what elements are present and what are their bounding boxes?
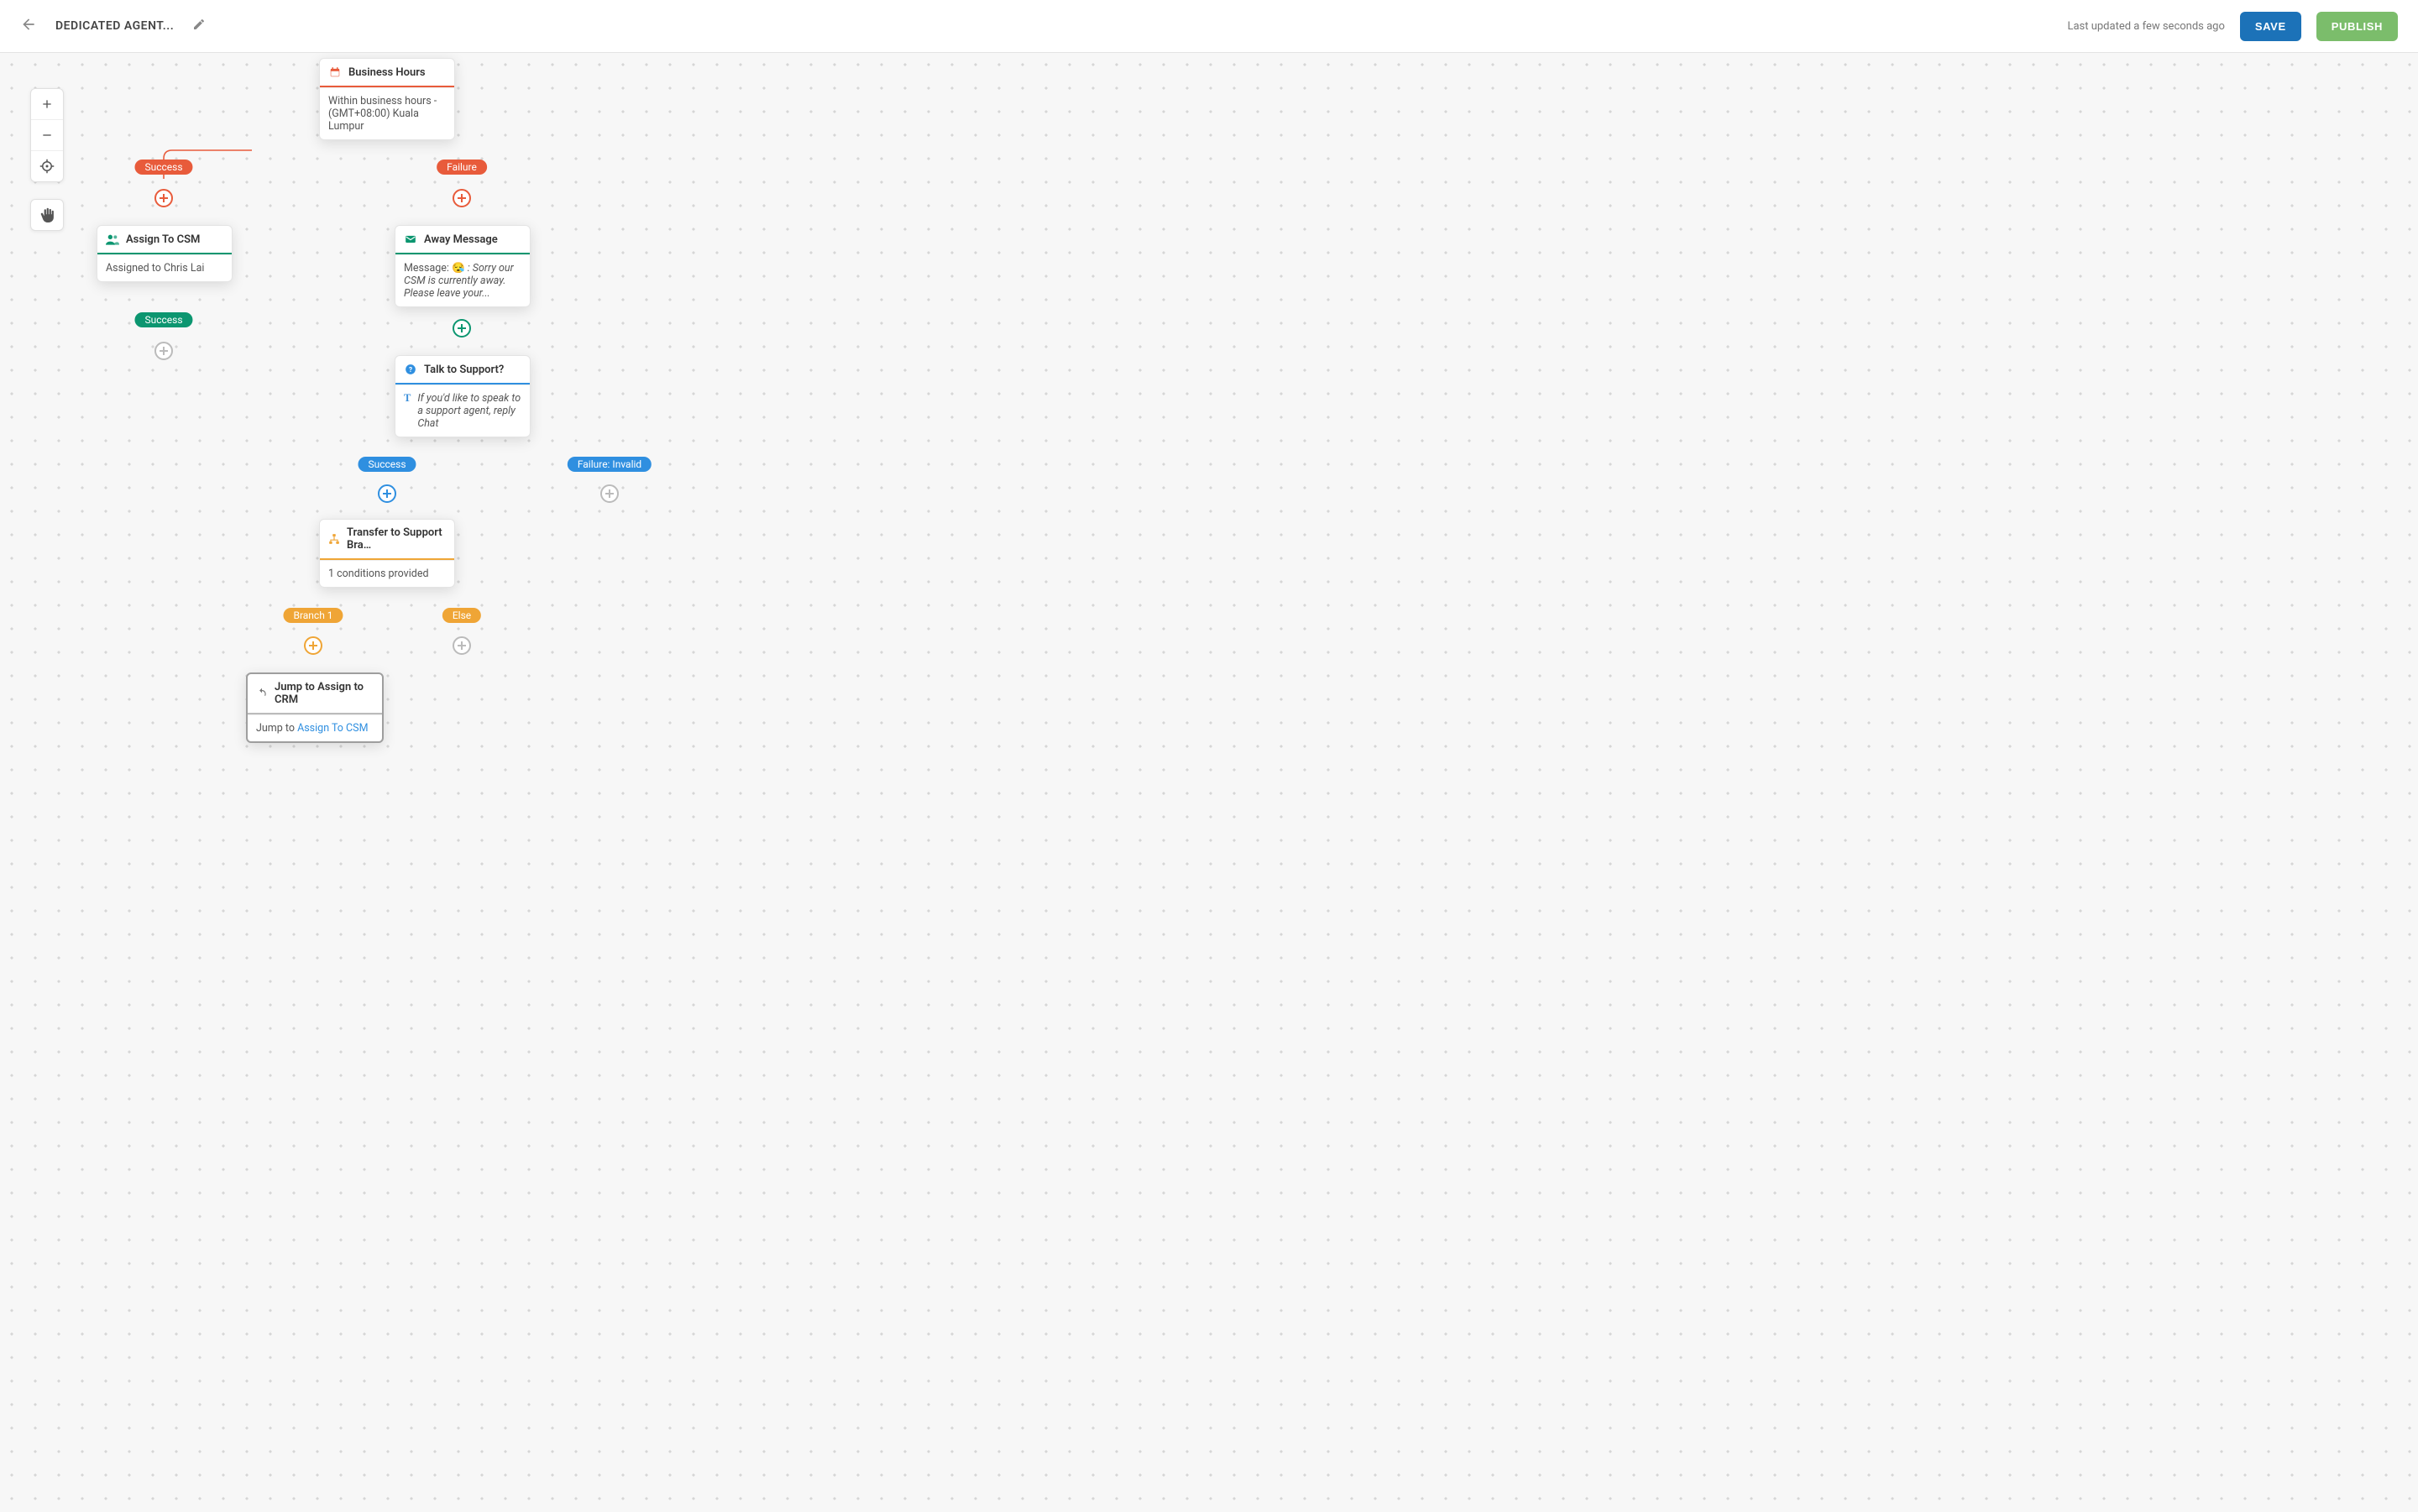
zoom-out-button[interactable] (31, 119, 63, 150)
node-title: Jump to Assign to CRM (275, 681, 374, 706)
last-updated-text: Last updated a few seconds ago (2067, 20, 2224, 33)
add-step-bh-success[interactable] (154, 189, 173, 207)
pill-bh-failure: Failure (437, 160, 487, 175)
add-step-csm[interactable] (154, 342, 173, 360)
node-body: Message: 😪 : Sorry our CSM is currently … (395, 254, 530, 306)
redo-icon (256, 687, 268, 700)
node-transfer-support[interactable]: Transfer to Support Bra… 1 conditions pr… (319, 519, 455, 588)
add-step-talk-success[interactable] (378, 484, 396, 503)
pill-talk-success: Success (358, 457, 416, 472)
node-body: Assigned to Chris Lai (97, 254, 232, 281)
edit-title-icon[interactable] (192, 18, 206, 34)
back-arrow-icon[interactable] (20, 16, 37, 36)
node-title: Business Hours (348, 66, 426, 79)
question-icon: ? (404, 363, 417, 376)
zoom-in-button[interactable] (31, 89, 63, 119)
node-body: Jump to Assign To CSM (248, 714, 382, 741)
pan-hand-button[interactable] (31, 200, 63, 230)
save-button[interactable]: SAVE (2240, 12, 2301, 41)
add-step-bh-failure[interactable] (453, 189, 471, 207)
publish-button[interactable]: PUBLISH (2316, 12, 2398, 41)
add-step-else[interactable] (453, 636, 471, 655)
pill-bh-success: Success (134, 160, 192, 175)
node-jump-assign-crm[interactable]: Jump to Assign to CRM Jump to Assign To … (246, 672, 384, 743)
node-business-hours[interactable]: Business Hours Within business hours - (… (319, 58, 455, 140)
add-step-branch1[interactable] (304, 636, 322, 655)
node-talk-support[interactable]: ? Talk to Support? T If you'd like to sp… (395, 355, 531, 437)
node-body: Within business hours - (GMT+08:00) Kual… (320, 87, 454, 139)
node-title: Transfer to Support Bra… (347, 526, 446, 552)
people-icon (106, 233, 119, 246)
node-body: T If you'd like to speak to a support ag… (395, 385, 530, 437)
node-title: Assign To CSM (126, 233, 200, 246)
mail-icon (404, 233, 417, 246)
add-step-talk-failure[interactable] (600, 484, 619, 503)
calendar-icon (328, 65, 342, 79)
svg-text:?: ? (409, 365, 412, 374)
node-assign-csm[interactable]: Assign To CSM Assigned to Chris Lai (97, 225, 233, 282)
recenter-button[interactable] (31, 150, 63, 181)
pill-talk-failure: Failure: Invalid (568, 457, 652, 472)
page-title: DEDICATED AGENT... (55, 19, 174, 33)
node-title: Talk to Support? (424, 364, 504, 376)
pill-branch1: Branch 1 (283, 608, 343, 623)
jump-target-link[interactable]: Assign To CSM (297, 722, 368, 735)
node-body: 1 conditions provided (320, 560, 454, 587)
node-title: Away Message (424, 233, 498, 246)
text-glyph-icon: T (404, 392, 411, 405)
sitemap-icon (328, 532, 340, 546)
pill-else: Else (442, 608, 481, 623)
node-away-message[interactable]: Away Message Message: 😪 : Sorry our CSM … (395, 225, 531, 307)
add-step-away[interactable] (453, 319, 471, 337)
pill-csm-success: Success (134, 312, 192, 327)
